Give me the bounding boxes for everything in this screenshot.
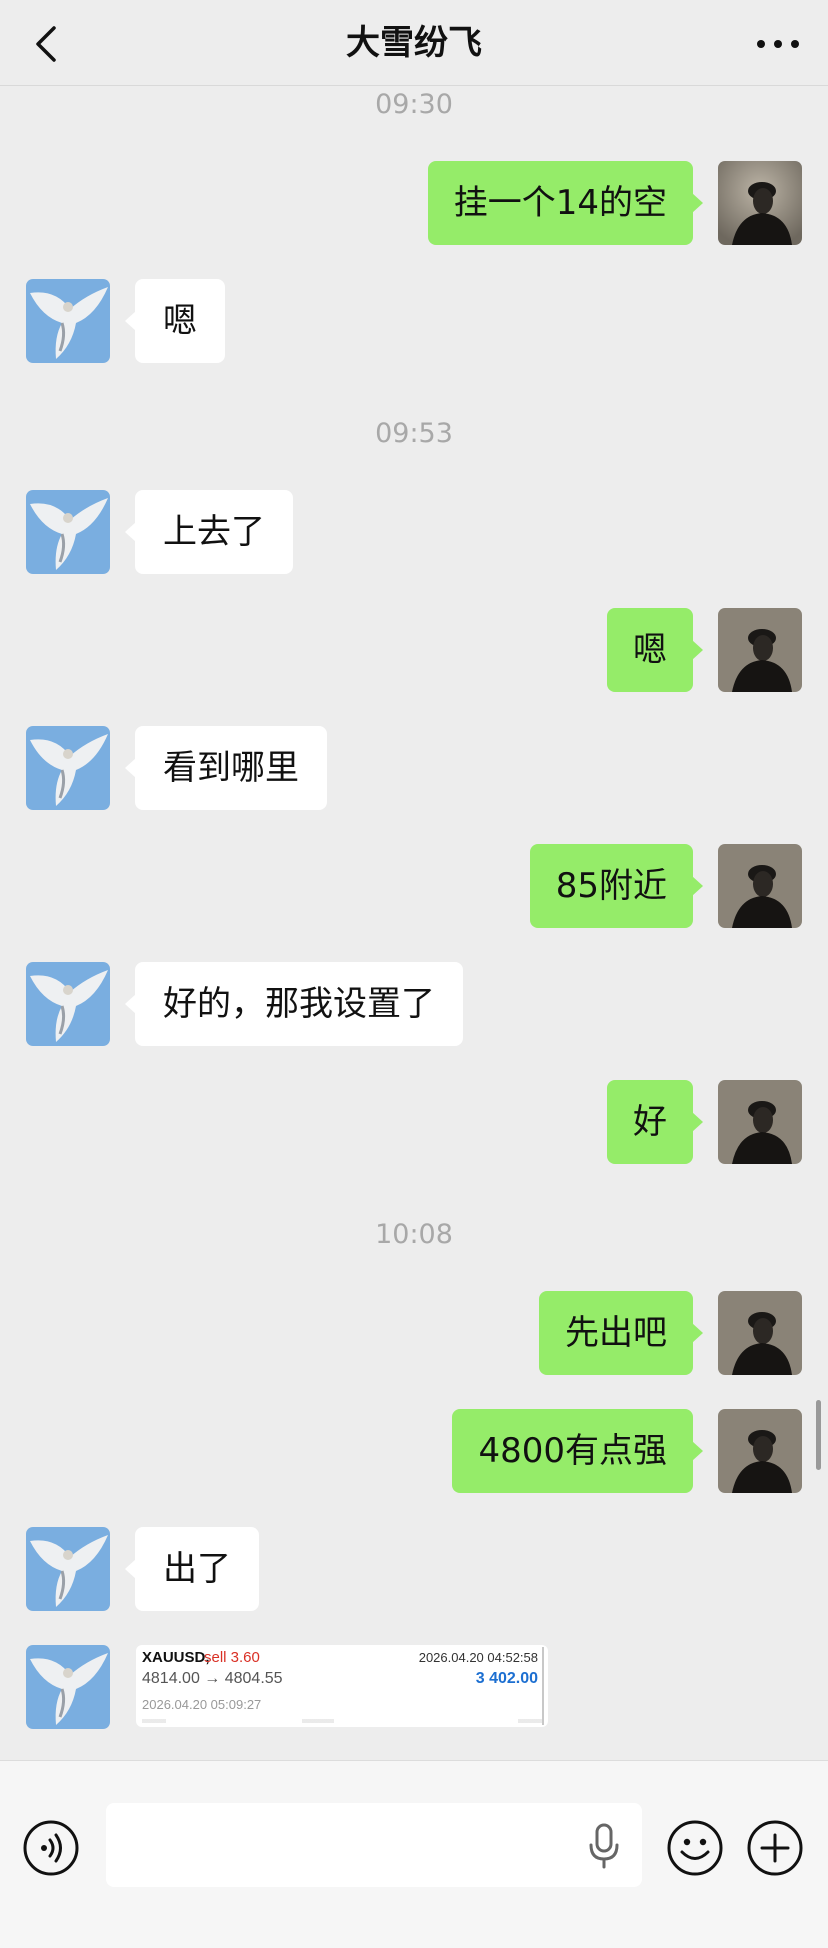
outgoing-message[interactable]: 4800有点强	[452, 1409, 703, 1493]
incoming-message[interactable]: 上去了	[125, 490, 293, 574]
trade-side: sell 3.60	[204, 1649, 260, 1666]
outgoing-message[interactable]: 挂一个14的空	[427, 161, 704, 245]
more-button[interactable]	[752, 20, 804, 68]
timestamp: 10:08	[375, 1219, 453, 1250]
incoming-message[interactable]: 看到哪里	[125, 726, 327, 810]
trade-open-time: 2026.04.20 04:52:58	[418, 1650, 538, 1665]
contact-avatar[interactable]	[26, 962, 110, 1046]
trade-close-time: 2026.04.20 05:09:27	[142, 1697, 262, 1712]
incoming-message[interactable]: 出了	[125, 1527, 259, 1611]
chat-screen: 大雪纷飞 09:30 挂一个14的空 嗯 09:53 上去了 嗯 看到哪里 85…	[0, 0, 828, 1948]
eagle-avatar-icon	[26, 962, 110, 1046]
chat-header: 大雪纷飞	[0, 0, 828, 86]
outgoing-message[interactable]: 先出吧	[539, 1291, 703, 1375]
cropped-row	[142, 1719, 542, 1723]
contact-avatar[interactable]	[26, 490, 110, 574]
my-avatar[interactable]	[718, 844, 802, 928]
trade-screenshot-message[interactable]: XAUUSD, sell 3.60 2026.04.20 04:52:58 48…	[136, 1645, 548, 1727]
voice-button[interactable]	[22, 1819, 80, 1877]
emoji-icon	[667, 1820, 723, 1876]
contact-avatar[interactable]	[26, 1527, 110, 1611]
trade-profit: 3 402.00	[475, 1670, 538, 1687]
eagle-avatar-icon	[26, 490, 110, 574]
timestamp: 09:30	[375, 89, 453, 120]
eagle-avatar-icon	[26, 279, 110, 363]
incoming-message[interactable]: 好的，那我设置了	[125, 962, 463, 1046]
man-portrait-avatar-icon	[718, 161, 802, 245]
man-portrait-avatar-icon	[718, 1291, 802, 1375]
microphone-icon	[589, 1823, 619, 1869]
outgoing-message[interactable]: 好	[607, 1080, 703, 1164]
my-avatar[interactable]	[718, 1080, 802, 1164]
more-dots-icon	[757, 40, 799, 48]
scrollbar-thumb[interactable]	[816, 1400, 821, 1470]
message-input[interactable]	[106, 1803, 642, 1887]
contact-avatar[interactable]	[26, 726, 110, 810]
outgoing-message[interactable]: 85附近	[529, 844, 704, 928]
outgoing-message[interactable]: 嗯	[607, 608, 703, 692]
timestamp: 09:53	[375, 418, 453, 449]
man-portrait-avatar-icon	[718, 1409, 802, 1493]
trade-price: 4814.00 → 4804.55	[142, 1670, 283, 1687]
emoji-button[interactable]	[666, 1819, 724, 1877]
man-portrait-avatar-icon	[718, 1080, 802, 1164]
chat-title: 大雪纷飞	[346, 23, 482, 63]
my-avatar[interactable]	[718, 1291, 802, 1375]
input-bar	[0, 1760, 828, 1948]
trade-symbol: XAUUSD,	[142, 1649, 210, 1666]
contact-avatar[interactable]	[26, 279, 110, 363]
contact-avatar[interactable]	[26, 1645, 110, 1729]
my-avatar[interactable]	[718, 1409, 802, 1493]
eagle-avatar-icon	[26, 726, 110, 810]
divider	[542, 1647, 544, 1725]
mic-button[interactable]	[586, 1823, 622, 1869]
my-avatar[interactable]	[718, 161, 802, 245]
eagle-avatar-icon	[26, 1527, 110, 1611]
plus-icon	[747, 1820, 803, 1876]
my-avatar[interactable]	[718, 608, 802, 692]
voice-icon	[23, 1820, 79, 1876]
man-portrait-avatar-icon	[718, 608, 802, 692]
plus-button[interactable]	[746, 1819, 804, 1877]
man-portrait-avatar-icon	[718, 844, 802, 928]
incoming-message[interactable]: 嗯	[125, 279, 225, 363]
eagle-avatar-icon	[26, 1645, 110, 1729]
